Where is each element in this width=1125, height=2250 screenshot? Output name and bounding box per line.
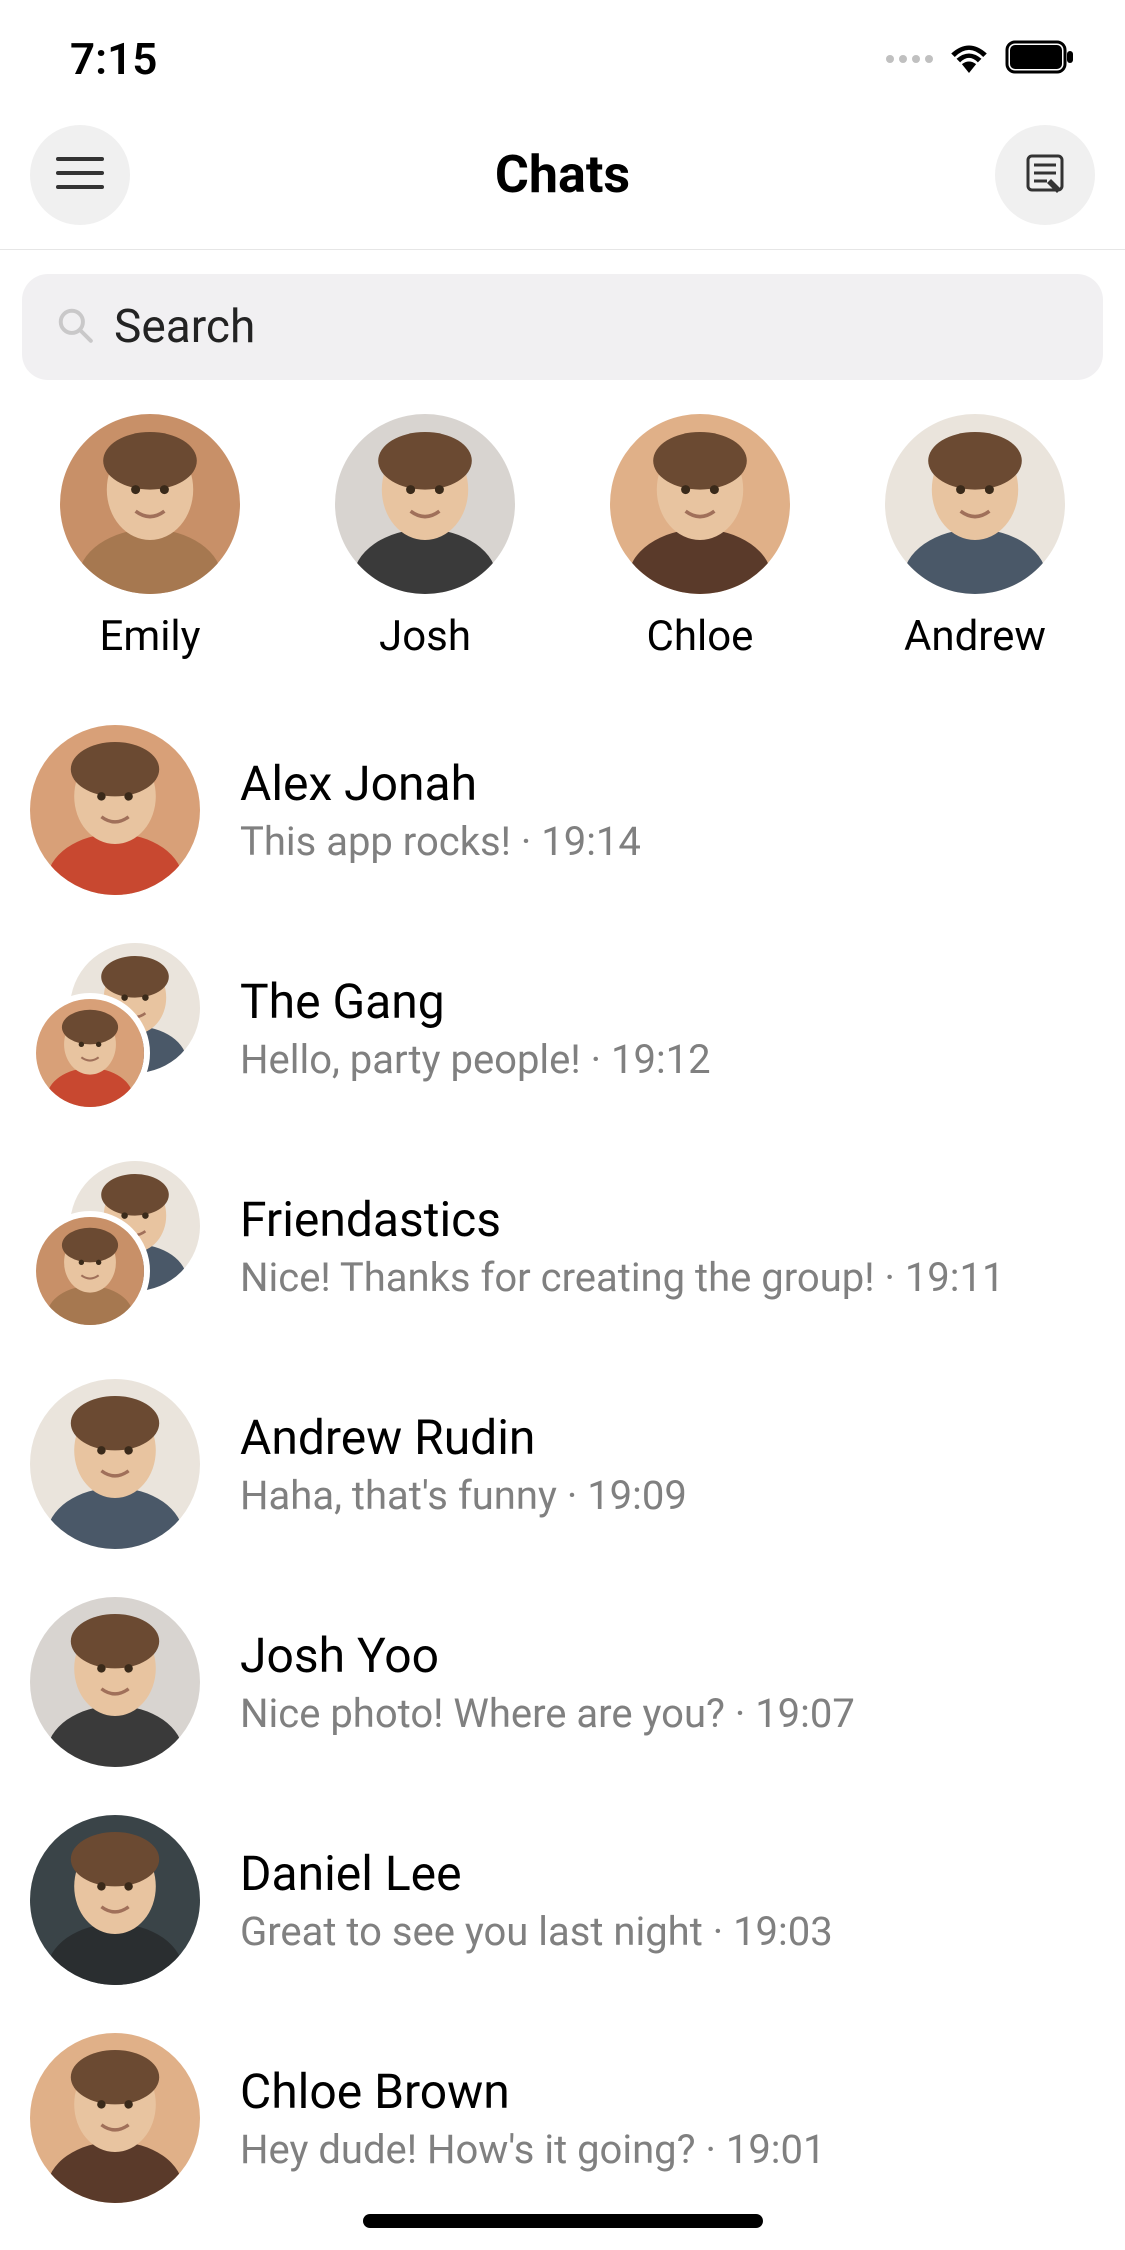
chat-item[interactable]: Andrew Rudin Haha, that's funny · 19:09	[30, 1355, 1095, 1573]
search-icon	[56, 306, 94, 348]
chat-preview: Hello, party people! · 19:12	[240, 1036, 1095, 1083]
chat-preview: Nice! Thanks for creating the group! · 1…	[240, 1254, 1095, 1301]
avatar	[60, 414, 240, 594]
chat-content: The Gang Hello, party people! · 19:12	[240, 973, 1095, 1083]
chat-preview: Haha, that's funny · 19:09	[240, 1472, 1095, 1519]
chat-preview: Great to see you last night · 19:03	[240, 1908, 1095, 1955]
chat-item[interactable]: Daniel Lee Great to see you last night ·…	[30, 1791, 1095, 2009]
search-input[interactable]	[114, 300, 1069, 354]
battery-icon	[1005, 40, 1075, 78]
chat-name: Chloe Brown	[240, 2063, 1095, 2120]
status-icons	[886, 40, 1075, 78]
avatar	[30, 1379, 200, 1549]
hamburger-icon	[56, 155, 104, 195]
chat-preview: Nice photo! Where are you? · 19:07	[240, 1690, 1095, 1737]
signal-dots-icon	[886, 55, 933, 63]
wifi-icon	[947, 41, 991, 77]
chat-list[interactable]: Alex Jonah This app rocks! · 19:14 The G…	[0, 701, 1125, 2227]
page-title: Chats	[495, 144, 630, 205]
chat-name: Alex Jonah	[240, 755, 1095, 812]
search-bar[interactable]	[22, 274, 1103, 380]
chat-preview: Hey dude! How's it going? · 19:01	[240, 2126, 1095, 2173]
story-name: Josh	[379, 612, 471, 661]
chat-name: Josh Yoo	[240, 1627, 1095, 1684]
chat-content: Chloe Brown Hey dude! How's it going? · …	[240, 2063, 1095, 2173]
avatar	[610, 414, 790, 594]
story-item[interactable]: Josh	[295, 414, 555, 661]
home-indicator[interactable]	[363, 2214, 763, 2228]
chat-name: The Gang	[240, 973, 1095, 1030]
story-item[interactable]: Emily	[20, 414, 280, 661]
chat-content: Daniel Lee Great to see you last night ·…	[240, 1845, 1095, 1955]
compose-icon	[1023, 151, 1067, 199]
avatar	[30, 1597, 200, 1767]
status-bar: 7:15	[0, 0, 1125, 110]
search-container	[0, 250, 1125, 404]
chat-item[interactable]: Josh Yoo Nice photo! Where are you? · 19…	[30, 1573, 1095, 1791]
chat-name: Friendastics	[240, 1191, 1095, 1248]
avatar	[30, 725, 200, 895]
story-name: Emily	[99, 612, 200, 661]
chat-item[interactable]: Alex Jonah This app rocks! · 19:14	[30, 701, 1095, 919]
avatar	[30, 2033, 200, 2203]
avatar	[335, 414, 515, 594]
story-name: Andrew	[904, 612, 1046, 661]
chat-item[interactable]: The Gang Hello, party people! · 19:12	[30, 919, 1095, 1137]
chat-item[interactable]: Friendastics Nice! Thanks for creating t…	[30, 1137, 1095, 1355]
chat-content: Andrew Rudin Haha, that's funny · 19:09	[240, 1409, 1095, 1519]
menu-button[interactable]	[30, 125, 130, 225]
chat-content: Alex Jonah This app rocks! · 19:14	[240, 755, 1095, 865]
chat-item[interactable]: Chloe Brown Hey dude! How's it going? · …	[30, 2009, 1095, 2227]
stories-row[interactable]: Emily Josh Chloe Andrew	[0, 404, 1125, 701]
chat-preview: This app rocks! · 19:14	[240, 818, 1095, 865]
chat-name: Andrew Rudin	[240, 1409, 1095, 1466]
chat-content: Josh Yoo Nice photo! Where are you? · 19…	[240, 1627, 1095, 1737]
compose-button[interactable]	[995, 125, 1095, 225]
group-avatar	[30, 943, 200, 1113]
header: Chats	[0, 110, 1125, 250]
story-item[interactable]: Chloe	[570, 414, 830, 661]
avatar	[30, 1815, 200, 1985]
avatar	[885, 414, 1065, 594]
story-item[interactable]: Andrew	[845, 414, 1105, 661]
story-name: Chloe	[647, 612, 754, 661]
status-time: 7:15	[70, 33, 157, 85]
chat-content: Friendastics Nice! Thanks for creating t…	[240, 1191, 1095, 1301]
group-avatar	[30, 1161, 200, 1331]
chat-name: Daniel Lee	[240, 1845, 1095, 1902]
